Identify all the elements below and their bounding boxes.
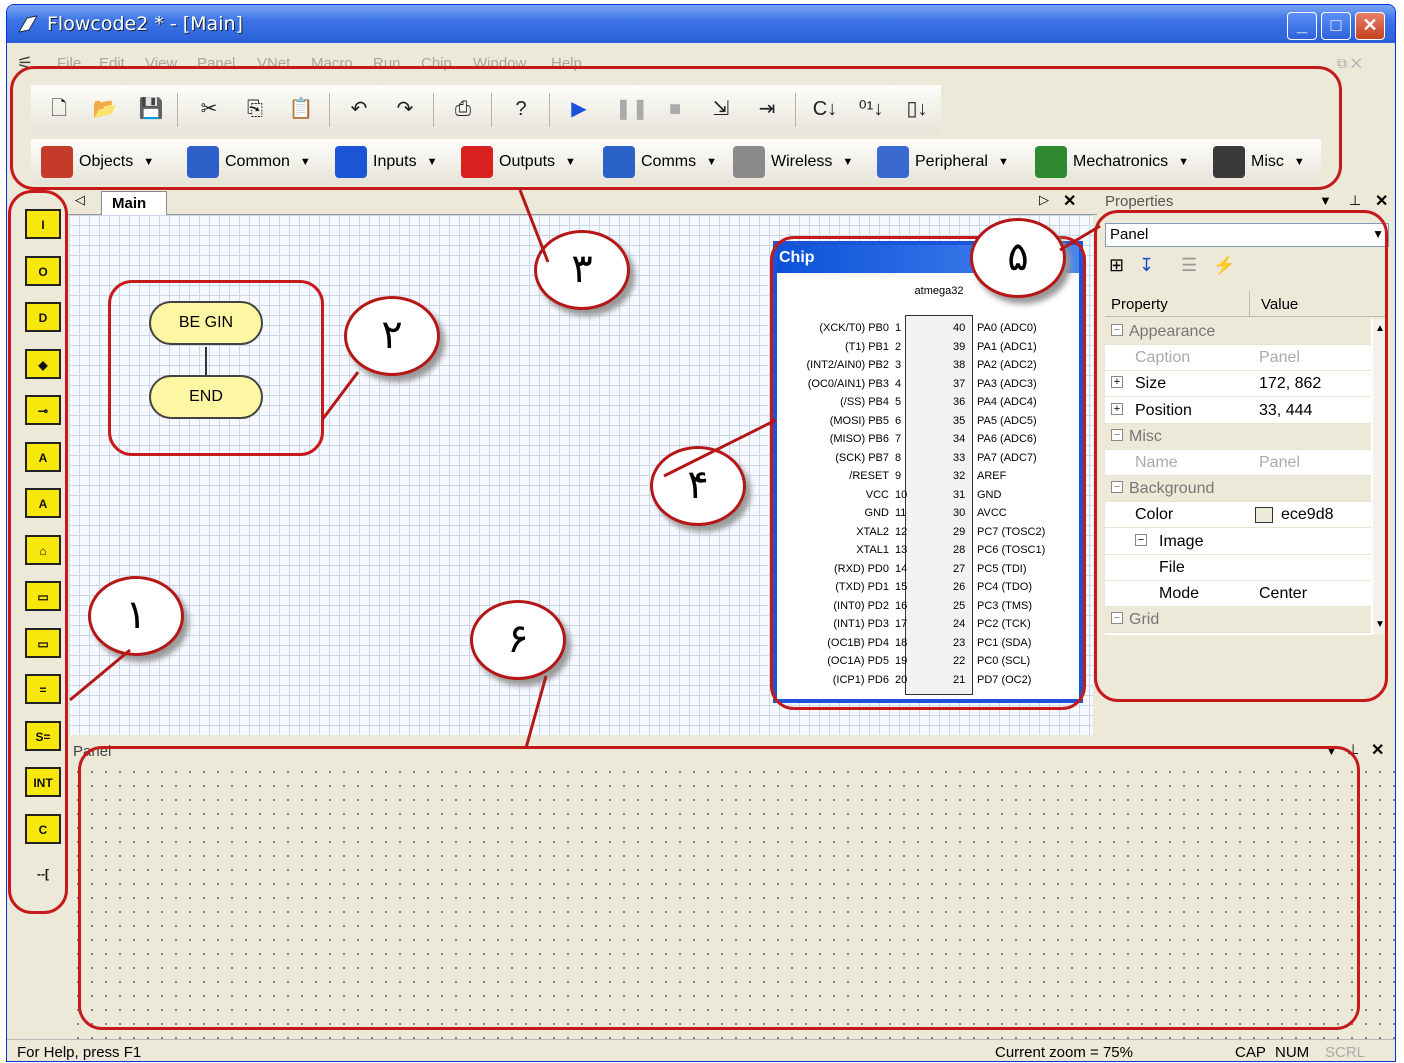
pane-menu-icon[interactable]: ▼ bbox=[1319, 193, 1332, 208]
annotation-outline-chip bbox=[770, 236, 1086, 710]
panel-close-icon[interactable]: ✕ bbox=[1371, 740, 1384, 760]
annotation-label-3: ٣ bbox=[534, 230, 630, 310]
status-num: NUM bbox=[1275, 1044, 1310, 1061]
close-button[interactable]: ✕ bbox=[1355, 12, 1385, 40]
status-cap: CAP bbox=[1235, 1044, 1266, 1061]
annotation-outline-toolbars bbox=[10, 66, 1342, 190]
annotation-outline-panel bbox=[78, 746, 1360, 1030]
annotation-label-1: ١ bbox=[88, 576, 184, 656]
status-help-text: For Help, press F1 bbox=[17, 1044, 142, 1061]
annotation-label-5: ۵ bbox=[970, 218, 1066, 298]
title-bar[interactable]: Flowcode2 * - [Main] _ □ ✕ bbox=[7, 5, 1395, 43]
document-tab-bar: ◁ Main ▷ ✕ bbox=[67, 189, 1097, 215]
flowcode-app-icon bbox=[18, 15, 38, 33]
pane-close-icon[interactable]: ✕ bbox=[1375, 191, 1388, 211]
tab-close-icon[interactable]: ✕ bbox=[1063, 191, 1076, 211]
annotation-label-4: ۴ bbox=[650, 446, 746, 526]
annotation-outline-icons bbox=[8, 190, 68, 914]
status-scrl: SCRL bbox=[1325, 1044, 1366, 1061]
tab-scroll-right-icon[interactable]: ▷ bbox=[1039, 192, 1049, 208]
status-zoom: Current zoom = 75% bbox=[995, 1044, 1133, 1061]
tab-main[interactable]: Main bbox=[101, 191, 167, 215]
properties-title: Properties bbox=[1105, 193, 1174, 210]
minimize-button[interactable]: _ bbox=[1287, 12, 1317, 40]
annotation-label-2: ٢ bbox=[344, 296, 440, 376]
annotation-label-6: ۶ bbox=[470, 600, 566, 680]
tab-scroll-left-icon[interactable]: ◁ bbox=[75, 192, 85, 208]
annotation-outline-properties bbox=[1094, 210, 1388, 702]
maximize-button[interactable]: □ bbox=[1321, 12, 1351, 40]
pin-icon[interactable]: ⊥ bbox=[1349, 192, 1361, 209]
mdi-window-buttons[interactable]: ⧉ ✕ bbox=[1337, 55, 1362, 72]
annotation-outline-flowchart bbox=[108, 280, 324, 456]
window-title: Flowcode2 * - [Main] bbox=[47, 13, 243, 35]
status-bar: For Help, press F1 Current zoom = 75% CA… bbox=[7, 1039, 1395, 1061]
